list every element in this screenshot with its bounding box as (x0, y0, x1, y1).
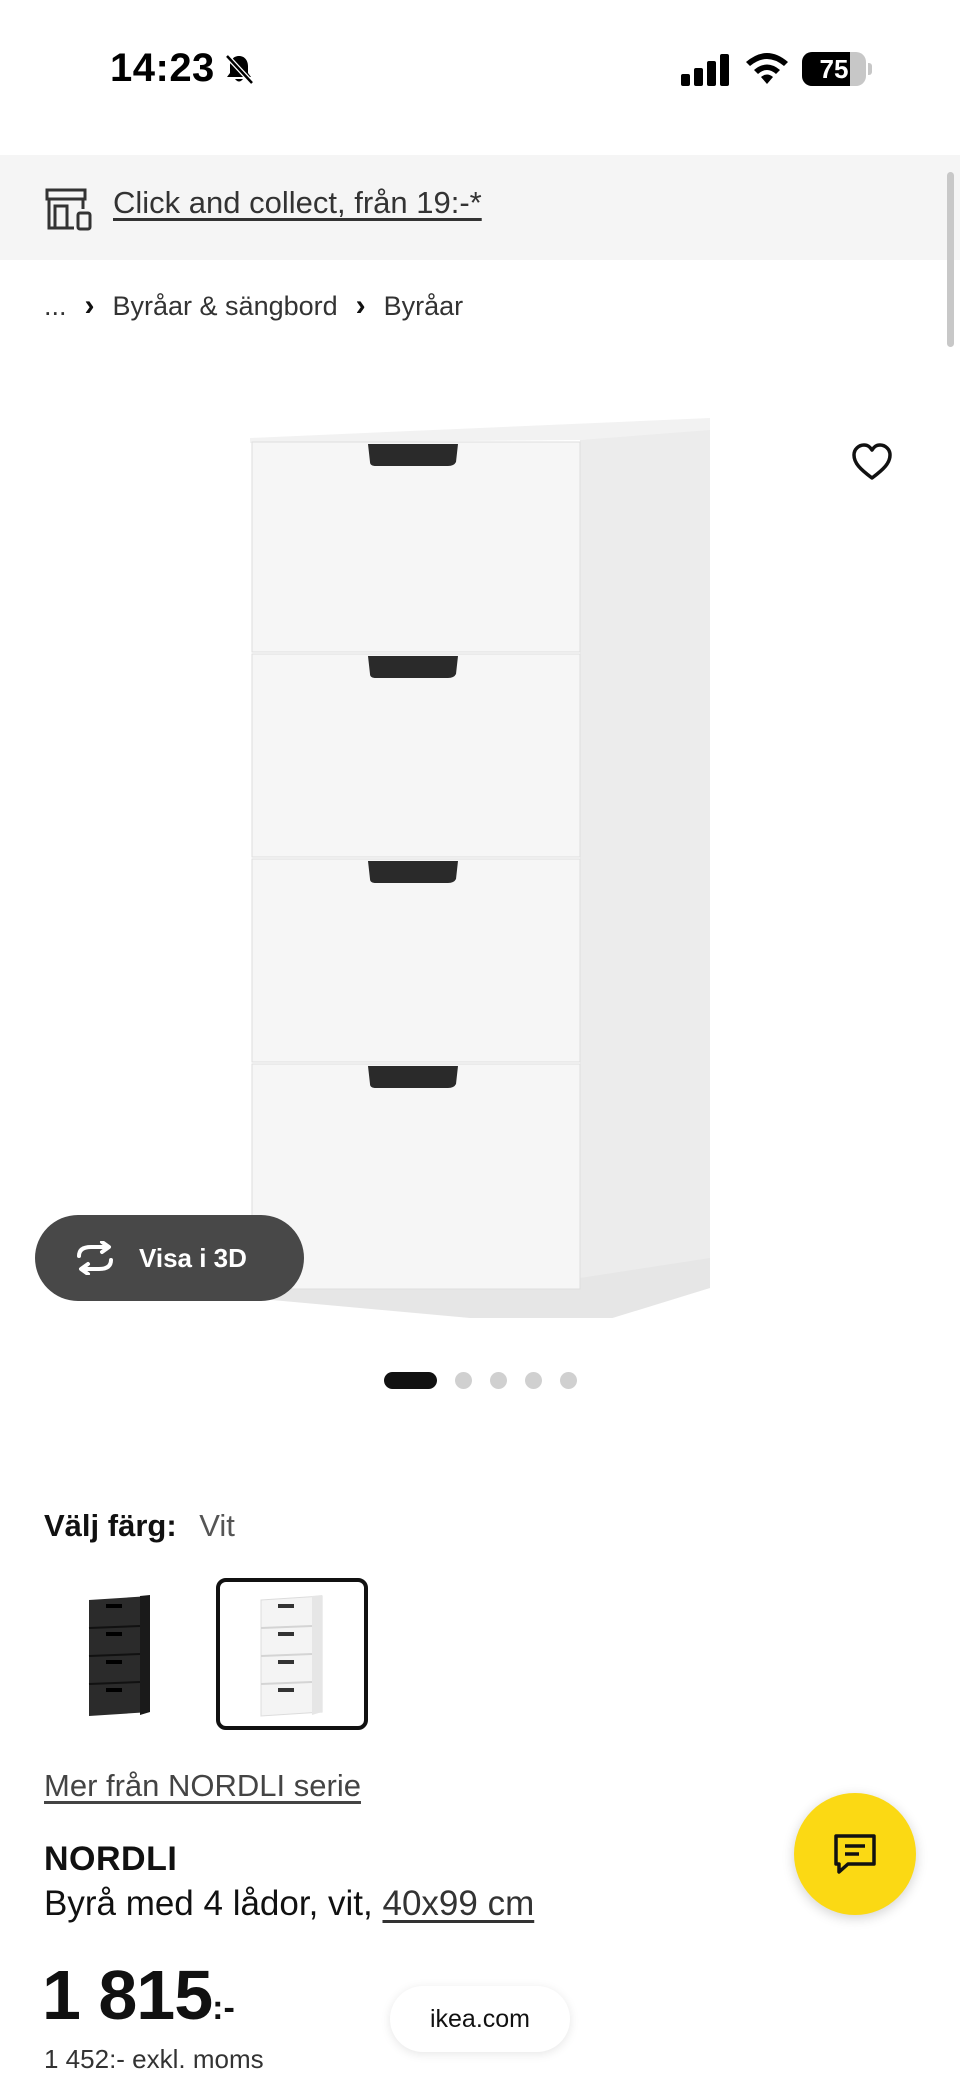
wifi-icon (746, 53, 788, 84)
color-picker-label: Välj färg: Vit (44, 1508, 235, 1544)
bell-slash-icon (225, 54, 254, 85)
product-image (250, 418, 710, 1318)
product-size-link[interactable]: 40x99 cm (382, 1884, 534, 1923)
series-link[interactable]: Mer från NORDLI serie (44, 1768, 361, 1804)
price-amount: 1 815 (42, 1956, 213, 2034)
price-excl-vat: 1 452:- exkl. moms (44, 2044, 264, 2074)
carousel-dot[interactable] (525, 1371, 542, 1389)
chat-button[interactable] (794, 1793, 916, 1915)
product-description: Byrå med 4 lådor, vit, 40x99 cm (44, 1884, 534, 1924)
breadcrumb: ... › Byråar & sängbord › Byråar (44, 288, 463, 324)
carousel-dot[interactable] (560, 1371, 577, 1389)
click-collect-link[interactable]: Click and collect, från 19:-* (113, 185, 482, 221)
chevron-right-icon: › (84, 289, 95, 322)
product-description-text: Byrå med 4 lådor, vit, (44, 1884, 383, 1923)
color-swatch-white[interactable] (216, 1578, 368, 1730)
battery-percent: 75 (819, 54, 849, 84)
color-swatch-black[interactable] (44, 1578, 196, 1730)
status-time: 14:23 (110, 46, 215, 90)
price-suffix: :- (212, 1989, 235, 2027)
url-domain-pill[interactable]: ikea.com (390, 1986, 570, 2052)
carousel-dot-active[interactable] (384, 1371, 437, 1389)
carousel-pagination (384, 1371, 595, 1389)
heart-icon[interactable] (850, 442, 894, 482)
product-price: 1 815:- (42, 1955, 235, 2035)
domain-label: ikea.com (429, 2004, 531, 2033)
rotate-3d-icon (77, 1241, 113, 1275)
breadcrumb-ellipsis[interactable]: ... (44, 291, 67, 322)
carousel-dot[interactable] (490, 1371, 507, 1389)
product-name: NORDLI (44, 1840, 178, 1878)
click-collect-banner[interactable]: Click and collect, från 19:-* (0, 155, 960, 260)
scrollbar[interactable] (947, 172, 954, 347)
carousel-dot[interactable] (455, 1371, 472, 1389)
store-icon (45, 188, 92, 231)
chat-bubble-icon (834, 1834, 876, 1874)
product-image-carousel[interactable] (0, 380, 960, 1320)
status-bar: 14:23 75 (0, 0, 960, 140)
chevron-right-icon: › (355, 289, 366, 322)
breadcrumb-item-dressers-nightstands[interactable]: Byråar & sängbord (113, 291, 338, 322)
battery-icon: 75 (802, 52, 872, 86)
view-in-3d-button[interactable]: Visa i 3D (35, 1215, 304, 1301)
view-in-3d-label: Visa i 3D (139, 1242, 247, 1273)
breadcrumb-item-dressers[interactable]: Byråar (384, 291, 464, 322)
color-label: Välj färg: (44, 1508, 177, 1543)
cellular-signal-icon (681, 54, 729, 86)
color-value: Vit (199, 1508, 235, 1543)
